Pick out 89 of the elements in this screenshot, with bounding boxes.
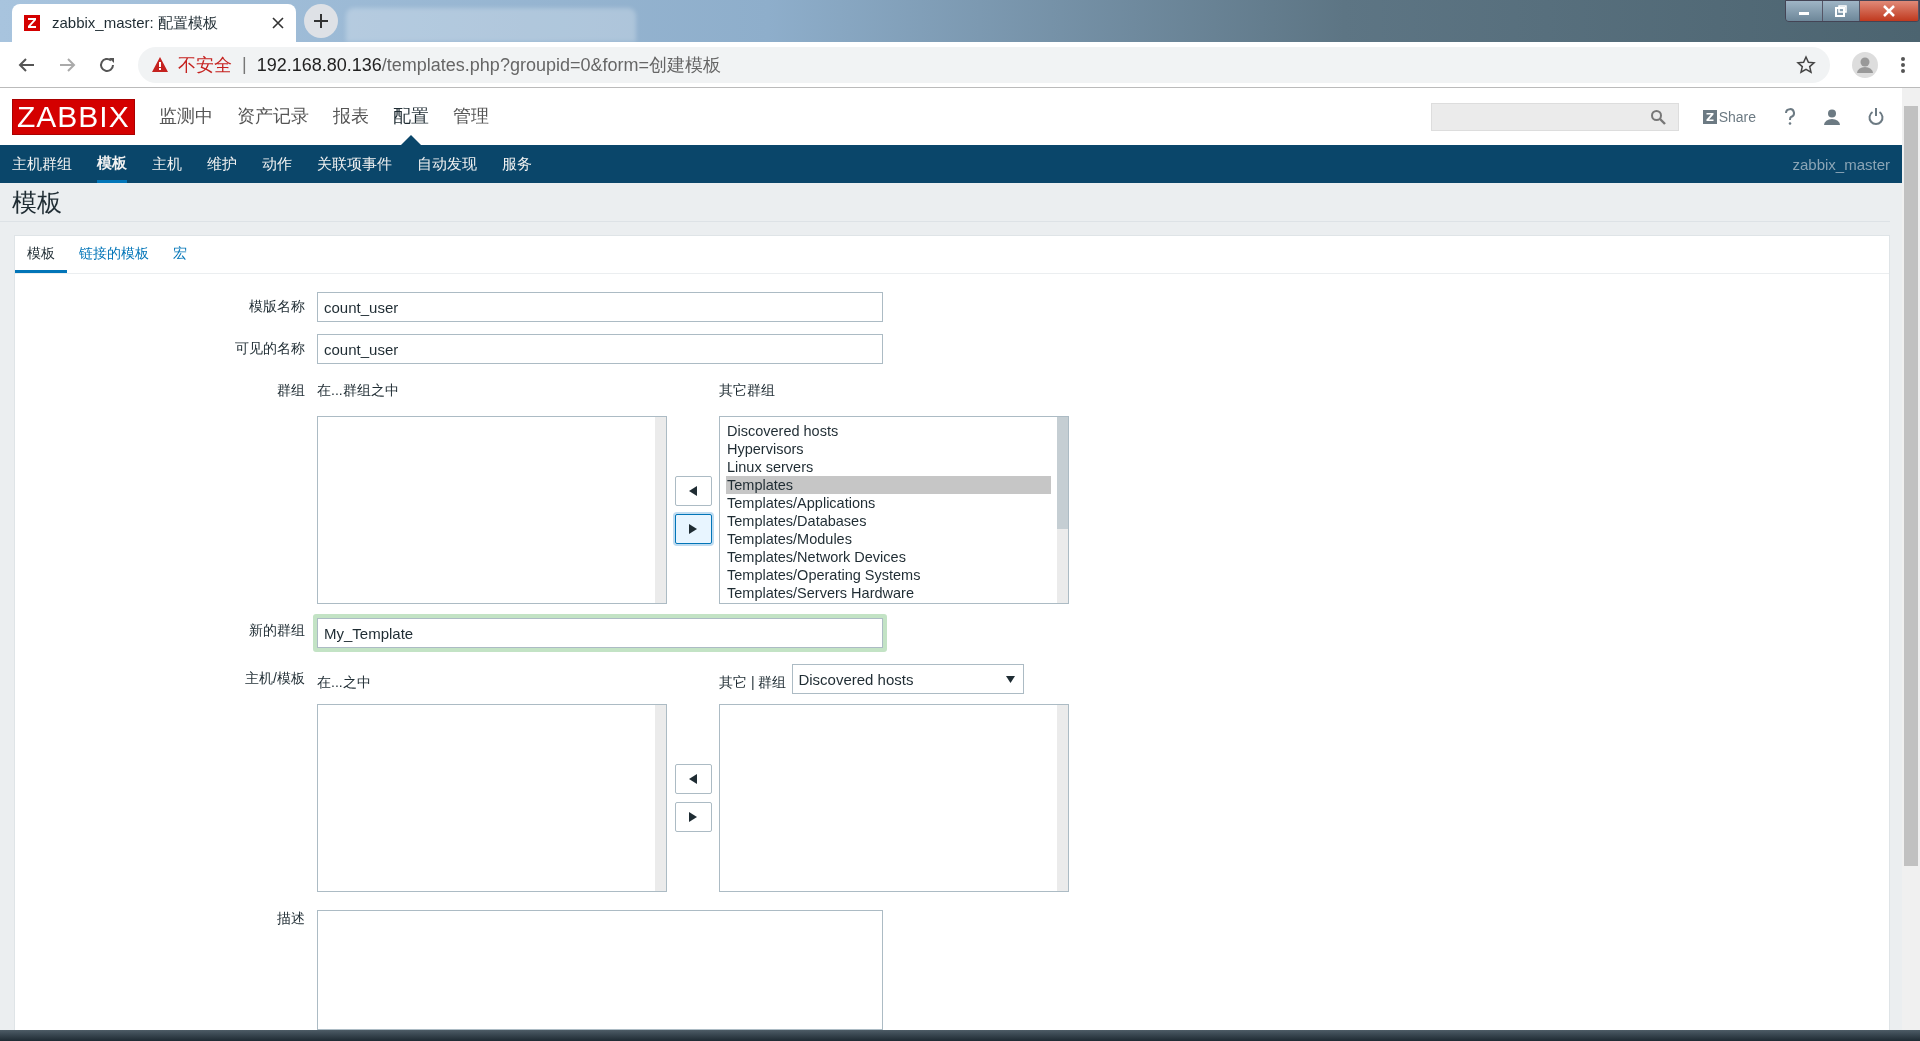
move-left-button[interactable] xyxy=(674,764,712,794)
list-heading: 在...之中 xyxy=(317,673,372,692)
field-label: 新的群组 xyxy=(248,621,305,640)
zabbix-share-icon xyxy=(1702,109,1717,124)
address-field[interactable]: 不安全 | 192.168.80.136/templates.php?groupid=0&form=创建模板 xyxy=(138,46,1830,83)
visible-name-field[interactable]: count_user xyxy=(317,334,883,364)
scrollbar[interactable] xyxy=(1057,705,1068,891)
new-tab-button[interactable] xyxy=(304,4,338,38)
scrollbar[interactable] xyxy=(655,705,666,891)
field-label: 模版名称 xyxy=(248,297,305,316)
main-menu-item[interactable]: 管理 xyxy=(440,88,501,145)
sub-menu-item[interactable]: 自动发现 xyxy=(417,145,477,183)
main-menu-item[interactable]: 报表 xyxy=(320,88,381,145)
template-name-field[interactable]: count_user xyxy=(317,292,883,322)
page-title: 模板 xyxy=(12,186,62,218)
list-heading: 其它群组 xyxy=(719,382,775,400)
sub-menu-item[interactable]: 服务 xyxy=(502,145,532,183)
zabbix-favicon-icon xyxy=(24,15,40,31)
back-icon[interactable] xyxy=(18,55,36,74)
group-option[interactable]: Linux servers xyxy=(726,458,1051,476)
search-field[interactable] xyxy=(1430,102,1679,131)
group-option[interactable]: Templates/Servers Hardware xyxy=(726,584,1051,602)
power-icon[interactable] xyxy=(1868,108,1884,125)
left-triangle-icon xyxy=(689,774,697,784)
field-label: 主机/模板 xyxy=(244,669,305,688)
scrollbar[interactable] xyxy=(1057,417,1068,603)
group-dropdown[interactable]: Discovered hosts xyxy=(792,664,1025,694)
main-menu-item[interactable]: 资产记录 xyxy=(224,88,321,145)
close-icon[interactable] xyxy=(272,17,284,29)
zabbix-logo[interactable]: ZABBIX xyxy=(12,98,135,135)
restore-button[interactable] xyxy=(1823,1,1860,21)
group-option[interactable]: Templates/Operating Systems xyxy=(726,566,1051,584)
field-label: 可见的名称 xyxy=(234,339,305,358)
minimize-button[interactable] xyxy=(1786,1,1823,21)
new-group-field[interactable]: My_Template xyxy=(313,614,887,652)
dropdown-caret-icon xyxy=(1006,675,1016,683)
move-left-button[interactable] xyxy=(674,476,712,506)
main-menu-item[interactable]: 监测中 xyxy=(146,88,225,145)
browser-tab[interactable]: zabbix_master: 配置模板 xyxy=(12,4,296,42)
warning-icon xyxy=(152,57,168,72)
share-link[interactable]: Share xyxy=(1702,108,1756,125)
more-icon[interactable] xyxy=(1900,55,1906,74)
server-name: zabbix_master xyxy=(1792,155,1890,173)
help-icon[interactable] xyxy=(1784,107,1796,126)
group-option[interactable]: Templates/Modules xyxy=(726,530,1051,548)
main-menu-item[interactable]: 配置 xyxy=(380,88,441,145)
sub-menu-item[interactable]: 维护 xyxy=(207,145,237,183)
group-option[interactable]: Templates/Network Devices xyxy=(726,548,1051,566)
group-option[interactable]: Templates xyxy=(726,476,1051,494)
field-label: 描述 xyxy=(276,909,305,928)
form-tab[interactable]: 链接的模板 xyxy=(67,236,161,273)
url-separator: | xyxy=(242,54,247,75)
restore-icon xyxy=(1834,5,1848,17)
other-groups-list[interactable]: Discovered hosts Hypervisors Linux servers Templates Templates/Applications Templates/Databases Templates/Modules Templates/Network Devices Templates/Operating Systems Templates/Servers Hardware xyxy=(719,416,1069,604)
description-field[interactable] xyxy=(317,910,883,1030)
sub-menu-item[interactable]: 主机 xyxy=(152,145,182,183)
security-label: 不安全 xyxy=(178,53,232,77)
field-label: 群组 xyxy=(276,381,305,400)
sub-menu-item[interactable]: 关联项事件 xyxy=(317,145,392,183)
page-scrollbar[interactable] xyxy=(1902,88,1920,1030)
close-icon xyxy=(1882,5,1896,17)
star-icon[interactable] xyxy=(1796,54,1816,75)
group-option[interactable]: Templates/Databases xyxy=(726,512,1051,530)
move-right-button[interactable] xyxy=(674,802,712,832)
close-window-button[interactable] xyxy=(1860,1,1919,21)
profile-icon[interactable] xyxy=(1852,51,1878,78)
reload-icon[interactable] xyxy=(98,55,116,74)
forward-icon[interactable] xyxy=(58,55,76,74)
form-tab[interactable]: 模板 xyxy=(15,236,67,273)
right-triangle-icon xyxy=(689,812,697,822)
url-text: 192.168.80.136/templates.php?groupid=0&form=创建模板 xyxy=(256,53,721,77)
group-option[interactable]: Templates/Applications xyxy=(726,494,1051,512)
right-triangle-icon xyxy=(689,524,697,534)
left-triangle-icon xyxy=(689,486,697,496)
tab-title: zabbix_master: 配置模板 xyxy=(52,13,219,33)
sub-menu-item[interactable]: 主机群组 xyxy=(12,145,72,183)
list-heading: 在...群组之中 xyxy=(317,382,400,400)
group-option[interactable]: Discovered hosts xyxy=(726,422,1051,440)
sub-menu-item[interactable]: 模板 xyxy=(97,145,127,183)
user-icon[interactable] xyxy=(1824,108,1840,125)
list-heading: 其它 | 群组 xyxy=(719,673,787,692)
search-icon xyxy=(1649,108,1666,125)
share-label: Share xyxy=(1718,108,1756,125)
sub-menu-item[interactable]: 动作 xyxy=(262,145,292,183)
move-right-button[interactable] xyxy=(674,514,712,544)
form-tab[interactable]: 宏 xyxy=(161,236,199,273)
plus-icon xyxy=(313,13,329,29)
group-option[interactable]: Hypervisors xyxy=(726,440,1051,458)
scrollbar[interactable] xyxy=(655,417,666,603)
